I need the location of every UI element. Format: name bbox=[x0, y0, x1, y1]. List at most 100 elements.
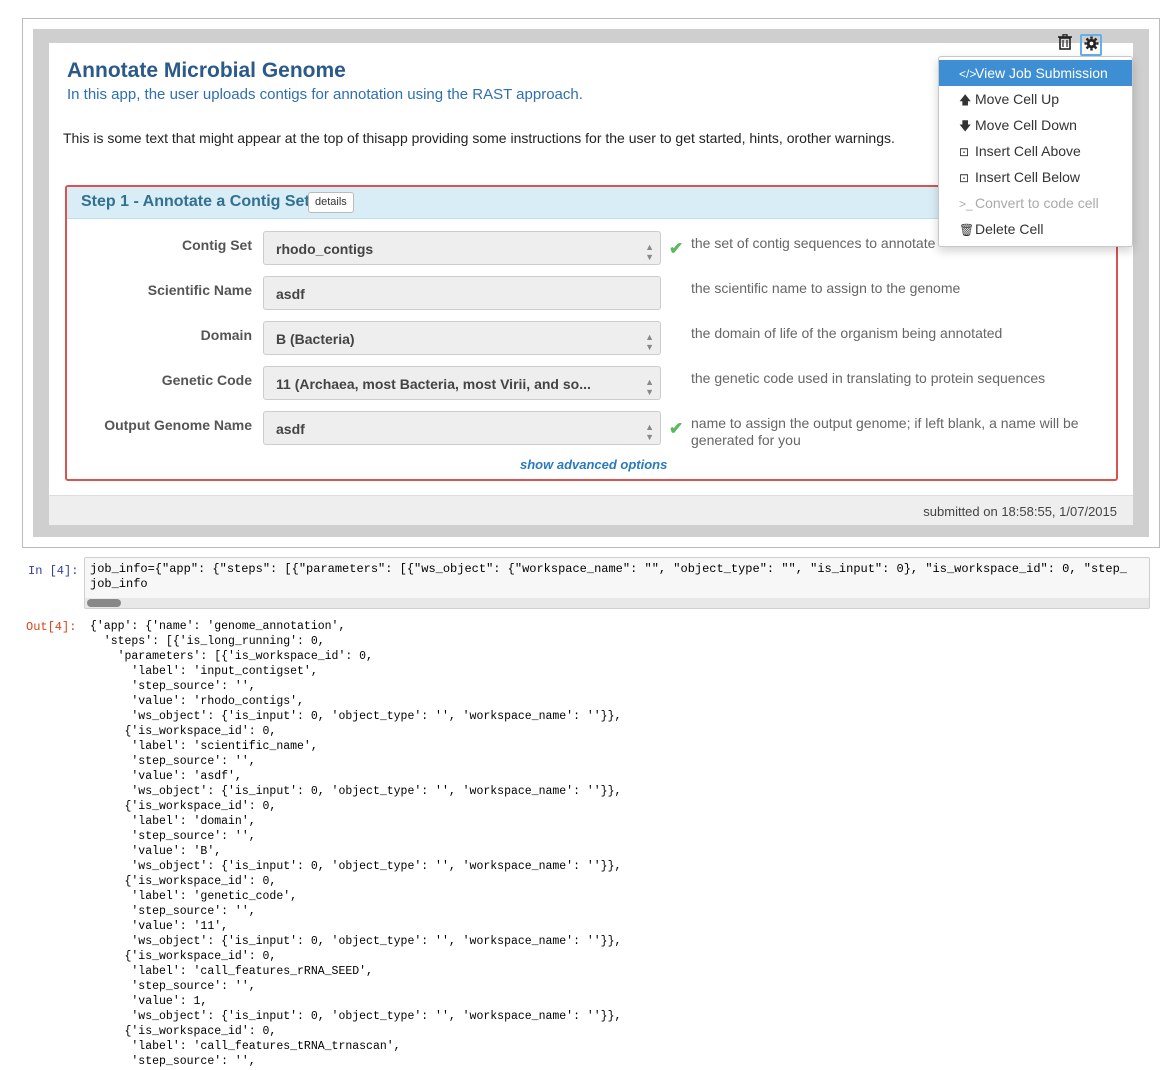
caret-down-icon: ▲ ▼ bbox=[645, 422, 654, 442]
output-line: 'value': 'asdf', bbox=[90, 770, 242, 783]
output-line: 'ws_object': {'is_input': 0, 'object_typ… bbox=[90, 935, 622, 948]
output-line: 'step_source': '', bbox=[90, 680, 256, 693]
app-subtitle: In this app, the user uploads contigs fo… bbox=[67, 86, 583, 103]
output-line: 'ws_object': {'is_input': 0, 'object_typ… bbox=[90, 710, 622, 723]
app-intro-text: This is some text that might appear at t… bbox=[63, 130, 895, 146]
param-row: Genetic Code 11 (Archaea, most Bacteria, … bbox=[67, 366, 1116, 406]
menu-item-icon: 🡅 bbox=[959, 93, 972, 107]
menu-item-icon: ⊡ bbox=[959, 171, 970, 185]
param-label: Domain bbox=[200, 327, 252, 343]
menu-item-insert-cell-above[interactable]: ⊡ Insert Cell Above bbox=[939, 138, 1132, 164]
code-line-2: job_info bbox=[90, 577, 148, 591]
cell-footer: submitted on 18:58:55, 1/07/2015 bbox=[49, 495, 1133, 525]
output-line: 'ws_object': {'is_input': 0, 'object_typ… bbox=[90, 1010, 622, 1023]
code-editor[interactable]: job_info={"app": {"steps": [{"parameters… bbox=[84, 557, 1150, 609]
param-label: Contig Set bbox=[182, 237, 252, 253]
output-line: 'parameters': [{'is_workspace_id': 0, bbox=[90, 650, 373, 663]
output-line: 'steps': [{'is_long_running': 0, bbox=[90, 635, 325, 648]
menu-item-label: Delete Cell bbox=[975, 221, 1044, 237]
app-title: Annotate Microbial Genome bbox=[67, 59, 346, 82]
param-value: asdf bbox=[276, 421, 305, 437]
output-line: 'label': 'call_features_rRNA_SEED', bbox=[90, 965, 373, 978]
menu-item-move-cell-down[interactable]: 🡇 Move Cell Down bbox=[939, 112, 1132, 138]
param-hint: the scientific name to assign to the gen… bbox=[691, 280, 961, 296]
output-line: 'value': 'B', bbox=[90, 845, 222, 858]
output-line: {'is_workspace_id': 0, bbox=[90, 875, 277, 888]
menu-item-delete-cell[interactable]: 🗑Delete Cell bbox=[939, 216, 1132, 242]
code-line-1: job_info={"app": {"steps": [{"parameters… bbox=[90, 562, 1127, 576]
param-value: 11 (Archaea, most Bacteria, most Virii, … bbox=[276, 376, 591, 392]
output-line: 'label': 'input_contigset', bbox=[90, 665, 318, 678]
output-line: 'value': 1, bbox=[90, 995, 208, 1008]
check-icon: ✔ bbox=[669, 239, 684, 258]
output-line: 'step_source': '', bbox=[90, 755, 256, 768]
horizontal-scrollbar[interactable] bbox=[85, 598, 1149, 608]
menu-item-label: Move Cell Down bbox=[975, 117, 1077, 133]
param-hint: the domain of life of the organism being… bbox=[691, 325, 1003, 341]
output-line: 'label': 'call_features_tRNA_trnascan', bbox=[90, 1040, 401, 1053]
param-input[interactable]: 11 (Archaea, most Bacteria, most Virii, … bbox=[263, 366, 661, 400]
menu-item-label: Convert to code cell bbox=[975, 195, 1099, 211]
output-line: 'step_source': '', bbox=[90, 1055, 256, 1068]
menu-item-view-job-submission[interactable]: </>View Job Submission bbox=[939, 60, 1132, 86]
output-line: {'is_workspace_id': 0, bbox=[90, 1025, 277, 1038]
param-row: Scientific Name asdf the scientific name t… bbox=[67, 276, 1116, 316]
scrollbar-thumb[interactable] bbox=[87, 599, 121, 607]
menu-item-move-cell-up[interactable]: 🡅 Move Cell Up bbox=[939, 86, 1132, 112]
trash-icon[interactable] bbox=[1054, 34, 1076, 56]
output-line: 'step_source': '', bbox=[90, 905, 256, 918]
details-button[interactable]: details bbox=[308, 192, 354, 213]
menu-item-icon: >_ bbox=[959, 197, 973, 211]
output-line: 'step_source': '', bbox=[90, 830, 256, 843]
output-line: {'is_workspace_id': 0, bbox=[90, 725, 277, 738]
gear-icon[interactable] bbox=[1080, 34, 1102, 56]
param-input[interactable]: asdf ▲ ▼ bbox=[263, 411, 661, 445]
menu-item-convert-to-code-cell: >_ Convert to code cell bbox=[939, 190, 1132, 216]
show-advanced-options-link[interactable]: show advanced options bbox=[520, 457, 667, 472]
cell-output: {'app': {'name': 'genome_annotation', 's… bbox=[90, 619, 621, 1069]
output-line: 'label': 'genetic_code', bbox=[90, 890, 298, 903]
menu-item-label: Insert Cell Below bbox=[975, 169, 1081, 185]
param-label: Scientific Name bbox=[147, 282, 252, 298]
caret-down-icon: ▲ ▼ bbox=[645, 332, 654, 352]
step-title: Step 1 - Annotate a Contig Set bbox=[81, 193, 310, 210]
output-line: 'step_source': '', bbox=[90, 980, 256, 993]
menu-item-label: Move Cell Up bbox=[975, 91, 1060, 107]
output-line: {'is_workspace_id': 0, bbox=[90, 950, 277, 963]
code-cell[interactable]: In [4]: job_info={"app": {"steps": [{"pa… bbox=[22, 552, 1160, 610]
menu-item-icon: </> bbox=[959, 67, 977, 81]
output-line: 'label': 'scientific_name', bbox=[90, 740, 318, 753]
output-line: {'app': {'name': 'genome_annotation', bbox=[90, 620, 346, 633]
output-line: 'ws_object': {'is_input': 0, 'object_typ… bbox=[90, 860, 622, 873]
param-input[interactable]: B (Bacteria) ▲ ▼ bbox=[263, 321, 661, 355]
param-input[interactable]: rhodo_contigs ▲ ▼ bbox=[263, 231, 661, 265]
param-row: Output Genome Name asdf ▲ ▼ ✔ name to assign … bbox=[67, 411, 1116, 451]
submitted-timestamp: submitted on 18:58:55, 1/07/2015 bbox=[923, 504, 1117, 519]
cell-options-menu: </>View Job Submission 🡅 Move Cell Up 🡇 Move… bbox=[938, 56, 1133, 247]
menu-item-label: Insert Cell Above bbox=[975, 143, 1081, 159]
output-prompt: Out[4]: bbox=[26, 620, 77, 634]
output-line: 'label': 'domain', bbox=[90, 815, 256, 828]
menu-item-icon: ⊡ bbox=[959, 145, 970, 159]
menu-item-icon: 🗑 bbox=[959, 223, 975, 237]
param-row: Domain B (Bacteria) ▲ ▼ the domain of life o… bbox=[67, 321, 1116, 361]
param-label: Output Genome Name bbox=[104, 417, 252, 433]
param-hint: the genetic code used in translating to … bbox=[691, 370, 1046, 386]
output-line: {'is_workspace_id': 0, bbox=[90, 800, 277, 813]
caret-down-icon: ▲ ▼ bbox=[645, 242, 654, 262]
param-value: asdf bbox=[276, 286, 305, 302]
param-value: rhodo_contigs bbox=[276, 241, 374, 257]
param-value: B (Bacteria) bbox=[276, 331, 355, 347]
menu-item-icon: 🡇 bbox=[959, 119, 972, 133]
output-line: 'ws_object': {'is_input': 0, 'object_typ… bbox=[90, 785, 622, 798]
menu-item-insert-cell-below[interactable]: ⊡ Insert Cell Below bbox=[939, 164, 1132, 190]
menu-item-label: View Job Submission bbox=[975, 65, 1108, 81]
check-icon: ✔ bbox=[669, 419, 684, 438]
output-line: 'value': 'rhodo_contigs', bbox=[90, 695, 304, 708]
caret-down-icon: ▲ ▼ bbox=[645, 377, 654, 397]
param-input[interactable]: asdf bbox=[263, 276, 661, 310]
output-line: 'value': '11', bbox=[90, 920, 229, 933]
input-prompt: In [4]: bbox=[28, 564, 79, 578]
param-hint: name to assign the output genome; if lef… bbox=[691, 415, 1079, 448]
param-label: Genetic Code bbox=[161, 372, 252, 388]
